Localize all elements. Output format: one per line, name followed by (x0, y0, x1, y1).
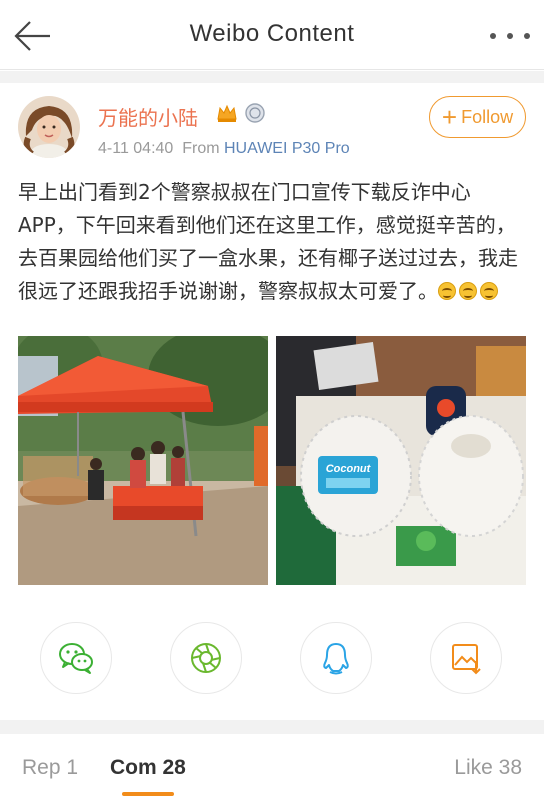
qq-icon (323, 643, 349, 675)
smile-emoji-icon (459, 282, 477, 300)
smile-emoji-icon (480, 282, 498, 300)
bottom-tabs: Rep 1 Com 28 Like 38 (0, 734, 544, 800)
divider (0, 720, 544, 734)
tab-repost[interactable]: Rep 1 (22, 756, 78, 780)
post-image-police-tent[interactable] (18, 336, 268, 585)
coconut-label: Coconut (326, 463, 372, 475)
save-image-button[interactable] (430, 622, 502, 694)
post-image-coconuts[interactable]: Coconut (276, 336, 526, 585)
tab-comments[interactable]: Com 28 (110, 756, 186, 780)
dot-icon (507, 33, 513, 39)
post-body: 早上出门看到2个警察叔叔在门口宣传下载反诈中心APP，下午回来看到他们还在这里工… (18, 176, 528, 308)
dot-icon (490, 33, 496, 39)
from-label: From (182, 140, 220, 157)
device-name[interactable]: HUAWEI P30 Pro (224, 140, 350, 157)
share-row (0, 622, 544, 698)
follow-button[interactable]: + Follow (429, 96, 526, 138)
share-wechat-button[interactable] (40, 622, 112, 694)
divider (0, 71, 544, 83)
post-time: 4-11 04:40 (98, 140, 174, 157)
plus-icon: + (441, 102, 458, 132)
save-image-icon (452, 644, 481, 675)
share-moments-button[interactable] (170, 622, 242, 694)
page-title: Weibo Content (189, 20, 355, 47)
avatar[interactable] (18, 96, 80, 158)
share-qq-button[interactable] (300, 622, 372, 694)
crown-icon (217, 104, 237, 122)
follow-label: Follow (461, 106, 514, 127)
tab-likes[interactable]: Like 38 (454, 756, 522, 780)
dot-icon (524, 33, 530, 39)
moments-icon (191, 643, 221, 673)
author-name[interactable]: 万能的小陆 (98, 102, 198, 131)
more-options-button[interactable] (490, 22, 530, 50)
top-bar: Weibo Content (0, 0, 544, 70)
medal-icon (245, 103, 265, 123)
smile-emoji-icon (438, 282, 456, 300)
post-meta: 4-11 04:40 From HUAWEI P30 Pro (98, 140, 350, 158)
wechat-icon (59, 643, 93, 674)
active-tab-indicator (122, 792, 174, 796)
